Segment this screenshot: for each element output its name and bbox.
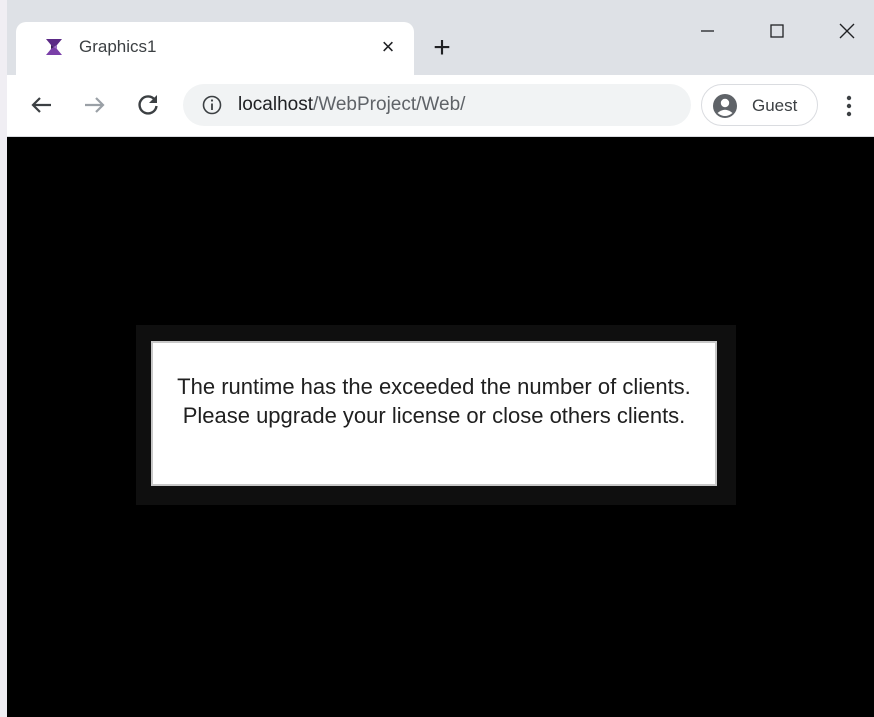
minimize-icon <box>701 30 714 32</box>
maximize-button[interactable] <box>757 14 797 48</box>
menu-button[interactable] <box>837 91 861 121</box>
app-logo-icon <box>43 36 65 58</box>
reload-button[interactable] <box>133 90 163 120</box>
back-button[interactable] <box>27 90 57 120</box>
new-tab-button[interactable]: + <box>427 33 457 63</box>
browser-toolbar: localhost/WebProject/Web/ Guest <box>7 75 874 137</box>
browser-window: Graphics1 × + localhost/WebProject/Web/ … <box>7 0 874 717</box>
url-path: /WebProject/Web/ <box>313 94 466 115</box>
arrow-left-icon <box>31 97 51 113</box>
url-host: localhost <box>238 94 313 115</box>
profile-button[interactable]: Guest <box>701 84 818 126</box>
address-bar[interactable]: localhost/WebProject/Web/ <box>183 84 691 126</box>
close-icon <box>839 23 855 39</box>
tab-title: Graphics1 <box>79 37 157 56</box>
url-text: localhost/WebProject/Web/ <box>238 93 465 117</box>
dialog-message: The runtime has the exceeded the number … <box>177 374 691 428</box>
avatar-icon <box>712 93 738 119</box>
kebab-menu-icon <box>846 95 852 117</box>
close-window-button[interactable] <box>827 14 867 48</box>
maximize-icon <box>770 24 784 38</box>
dialog-frame: The runtime has the exceeded the number … <box>136 325 736 505</box>
reload-icon <box>138 95 158 115</box>
close-tab-icon[interactable]: × <box>376 35 400 59</box>
message-dialog: The runtime has the exceeded the number … <box>151 341 717 486</box>
tab-graphics1[interactable]: Graphics1 × <box>16 22 414 75</box>
page-content: The runtime has the exceeded the number … <box>7 137 874 717</box>
forward-button[interactable] <box>79 90 109 120</box>
tab-strip: Graphics1 × + <box>7 0 874 75</box>
info-icon[interactable] <box>201 94 223 116</box>
minimize-button[interactable] <box>687 14 727 48</box>
profile-label: Guest <box>752 96 798 115</box>
arrow-right-icon <box>85 97 105 113</box>
